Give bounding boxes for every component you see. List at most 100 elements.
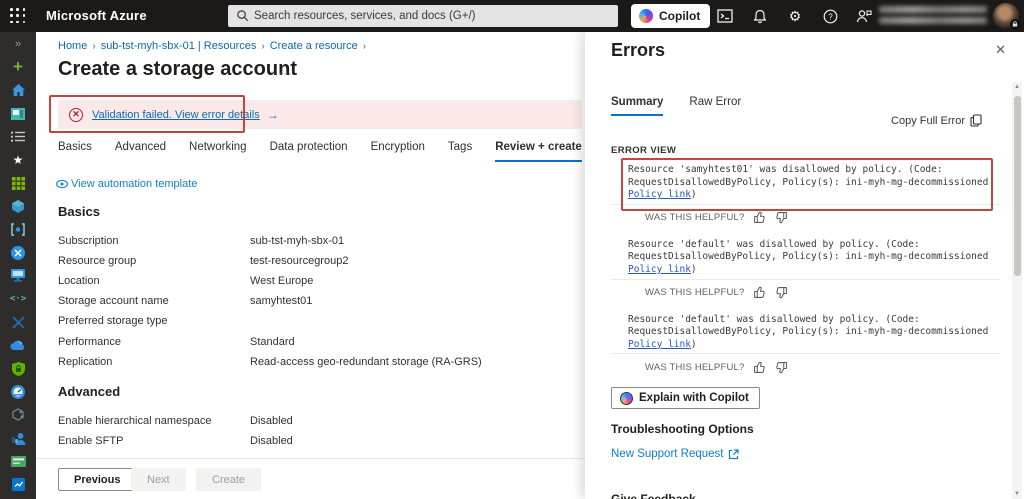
breadcrumb-home[interactable]: Home <box>58 40 87 52</box>
all-services-icon[interactable] <box>10 129 27 145</box>
new-support-request-link[interactable]: New Support Request <box>611 448 739 460</box>
helpful-row: WAS THIS HELPFUL? <box>645 285 1000 301</box>
more-options-icon[interactable]: ··· <box>278 66 293 80</box>
tab-raw-error[interactable]: Raw Error <box>689 96 741 114</box>
copilot-label: Copilot <box>659 9 701 23</box>
thumbs-down-icon[interactable] <box>775 361 788 374</box>
thumbs-down-icon[interactable] <box>775 211 788 224</box>
helpful-label: WAS THIS HELPFUL? <box>645 361 745 373</box>
row-value: samyhtest01 <box>250 295 313 307</box>
resource-groups-icon[interactable] <box>10 198 27 214</box>
cross-service-icon[interactable] <box>10 245 27 261</box>
error-line: Resource 'default' was disallowed by pol… <box>628 313 920 325</box>
error-line: RequestDisallowedByPolicy, Policy(s): in… <box>628 251 989 263</box>
account-info[interactable] <box>879 6 987 28</box>
row-label: Preferred storage type <box>58 315 168 327</box>
create-button[interactable]: Create <box>196 468 262 491</box>
error-view-label: ERROR VIEW <box>611 145 677 156</box>
error-item: Resource 'samyhtest01' was disallowed by… <box>611 164 1000 226</box>
breadcrumb-create-resource[interactable]: Create a resource <box>270 40 358 52</box>
expand-sidebar-icon[interactable]: » <box>10 36 27 52</box>
error-list: Resource 'samyhtest01' was disallowed by… <box>611 164 1000 388</box>
close-icon[interactable]: ✕ <box>995 42 1006 58</box>
tab-advanced[interactable]: Advanced <box>115 141 166 160</box>
policy-link[interactable]: Policy link <box>628 264 691 275</box>
copilot-button[interactable]: Copilot <box>631 4 711 28</box>
dev-box-icon[interactable] <box>10 222 27 238</box>
thumbs-up-icon[interactable] <box>753 211 766 224</box>
cloud-icon[interactable] <box>10 337 27 353</box>
row-value: Disabled <box>250 435 293 447</box>
give-feedback-heading: Give Feedback <box>611 492 696 499</box>
tab-data-protection[interactable]: Data protection <box>270 141 348 160</box>
favorites-star-icon[interactable]: ★ <box>10 152 27 168</box>
row-label: Subscription <box>58 235 119 247</box>
basics-heading: Basics <box>58 204 100 219</box>
home-icon[interactable] <box>10 82 27 98</box>
panel-scrollbar[interactable]: ▲ ▼ <box>1012 82 1022 499</box>
view-error-details-link[interactable]: Validation failed. View error details <box>92 109 260 121</box>
help-icon[interactable]: ? <box>817 4 843 28</box>
row-label: Enable hierarchical namespace <box>58 415 212 427</box>
row-value: Disabled <box>250 415 293 427</box>
search-input[interactable] <box>228 5 618 27</box>
breadcrumb-subscription[interactable]: sub-tst-myh-sbx-01 | Resources <box>101 40 257 52</box>
tools-icon[interactable] <box>10 314 27 330</box>
error-line: RequestDisallowedByPolicy, Policy(s): in… <box>628 326 989 338</box>
policy-link[interactable]: Policy link <box>628 339 691 350</box>
subscriptions-icon[interactable] <box>10 453 27 469</box>
create-resource-icon[interactable]: + <box>10 58 27 75</box>
settings-gear-icon[interactable]: ⚙ <box>782 4 808 28</box>
account-tenant-redacted <box>879 17 987 24</box>
row-label: Replication <box>58 356 113 368</box>
brand-title[interactable]: Microsoft Azure <box>46 8 147 23</box>
monitor-gauge-icon[interactable] <box>10 384 27 400</box>
thumbs-up-icon[interactable] <box>753 361 766 374</box>
error-line: Resource 'samyhtest01' was disallowed by… <box>628 164 943 175</box>
errors-panel-tabs: Summary Raw Error <box>611 92 767 116</box>
copy-full-error-button[interactable]: Copy Full Error <box>891 114 982 127</box>
cost-management-icon[interactable] <box>10 477 27 493</box>
chevron-right-icon: › <box>362 41 367 52</box>
helpful-row: WAS THIS HELPFUL? <box>645 359 1000 375</box>
thumbs-down-icon[interactable] <box>775 286 788 299</box>
helpful-label: WAS THIS HELPFUL? <box>645 212 745 224</box>
scroll-up-icon[interactable]: ▲ <box>1012 82 1022 92</box>
tab-networking[interactable]: Networking <box>189 141 247 160</box>
feedback-icon[interactable] <box>851 4 877 28</box>
copilot-icon <box>620 392 633 405</box>
explain-with-copilot-button[interactable]: Explain with Copilot <box>611 387 760 409</box>
error-item: Resource 'default' was disallowed by pol… <box>611 239 1000 301</box>
view-automation-template-link[interactable]: View automation template <box>56 178 197 190</box>
tab-encryption[interactable]: Encryption <box>371 141 425 160</box>
scrollbar-thumb[interactable] <box>1013 96 1021 276</box>
breadcrumb: Home › sub-tst-myh-sbx-01 | Resources › Crea… <box>58 40 371 52</box>
dashboard-icon[interactable] <box>10 106 27 122</box>
thumbs-up-icon[interactable] <box>753 286 766 299</box>
security-shield-icon[interactable] <box>10 361 27 377</box>
scroll-down-icon[interactable]: ▼ <box>1012 489 1022 499</box>
notifications-bell-icon[interactable] <box>747 4 773 28</box>
helpful-label: WAS THIS HELPFUL? <box>645 287 745 299</box>
portal-menu-icon[interactable] <box>10 8 26 24</box>
tab-review-create[interactable]: Review + create <box>495 141 582 162</box>
helpful-row: WAS THIS HELPFUL? <box>645 210 1000 226</box>
close-paren: ) <box>690 263 697 275</box>
error-message: Resource 'default' was disallowed by pol… <box>628 239 1000 277</box>
previous-button[interactable]: Previous <box>58 468 137 491</box>
page-title: Create a storage account <box>58 58 297 80</box>
cloud-shell-icon[interactable] <box>712 4 738 28</box>
wizard-footer: Previous Next Create <box>36 458 585 499</box>
virtual-machines-icon[interactable] <box>10 268 27 284</box>
explain-label: Explain with Copilot <box>639 392 749 404</box>
api-code-icon[interactable]: <·> <box>10 291 27 307</box>
tab-summary[interactable]: Summary <box>611 96 664 116</box>
tab-basics[interactable]: Basics <box>58 141 92 160</box>
entra-users-icon[interactable] <box>10 430 27 446</box>
all-resources-icon[interactable] <box>10 175 27 191</box>
policy-hexagon-icon[interactable] <box>10 407 27 423</box>
policy-link[interactable]: Policy link <box>628 189 691 200</box>
error-message: Resource 'default' was disallowed by pol… <box>628 314 1000 352</box>
tab-tags[interactable]: Tags <box>448 141 472 160</box>
next-button[interactable]: Next <box>131 468 186 491</box>
